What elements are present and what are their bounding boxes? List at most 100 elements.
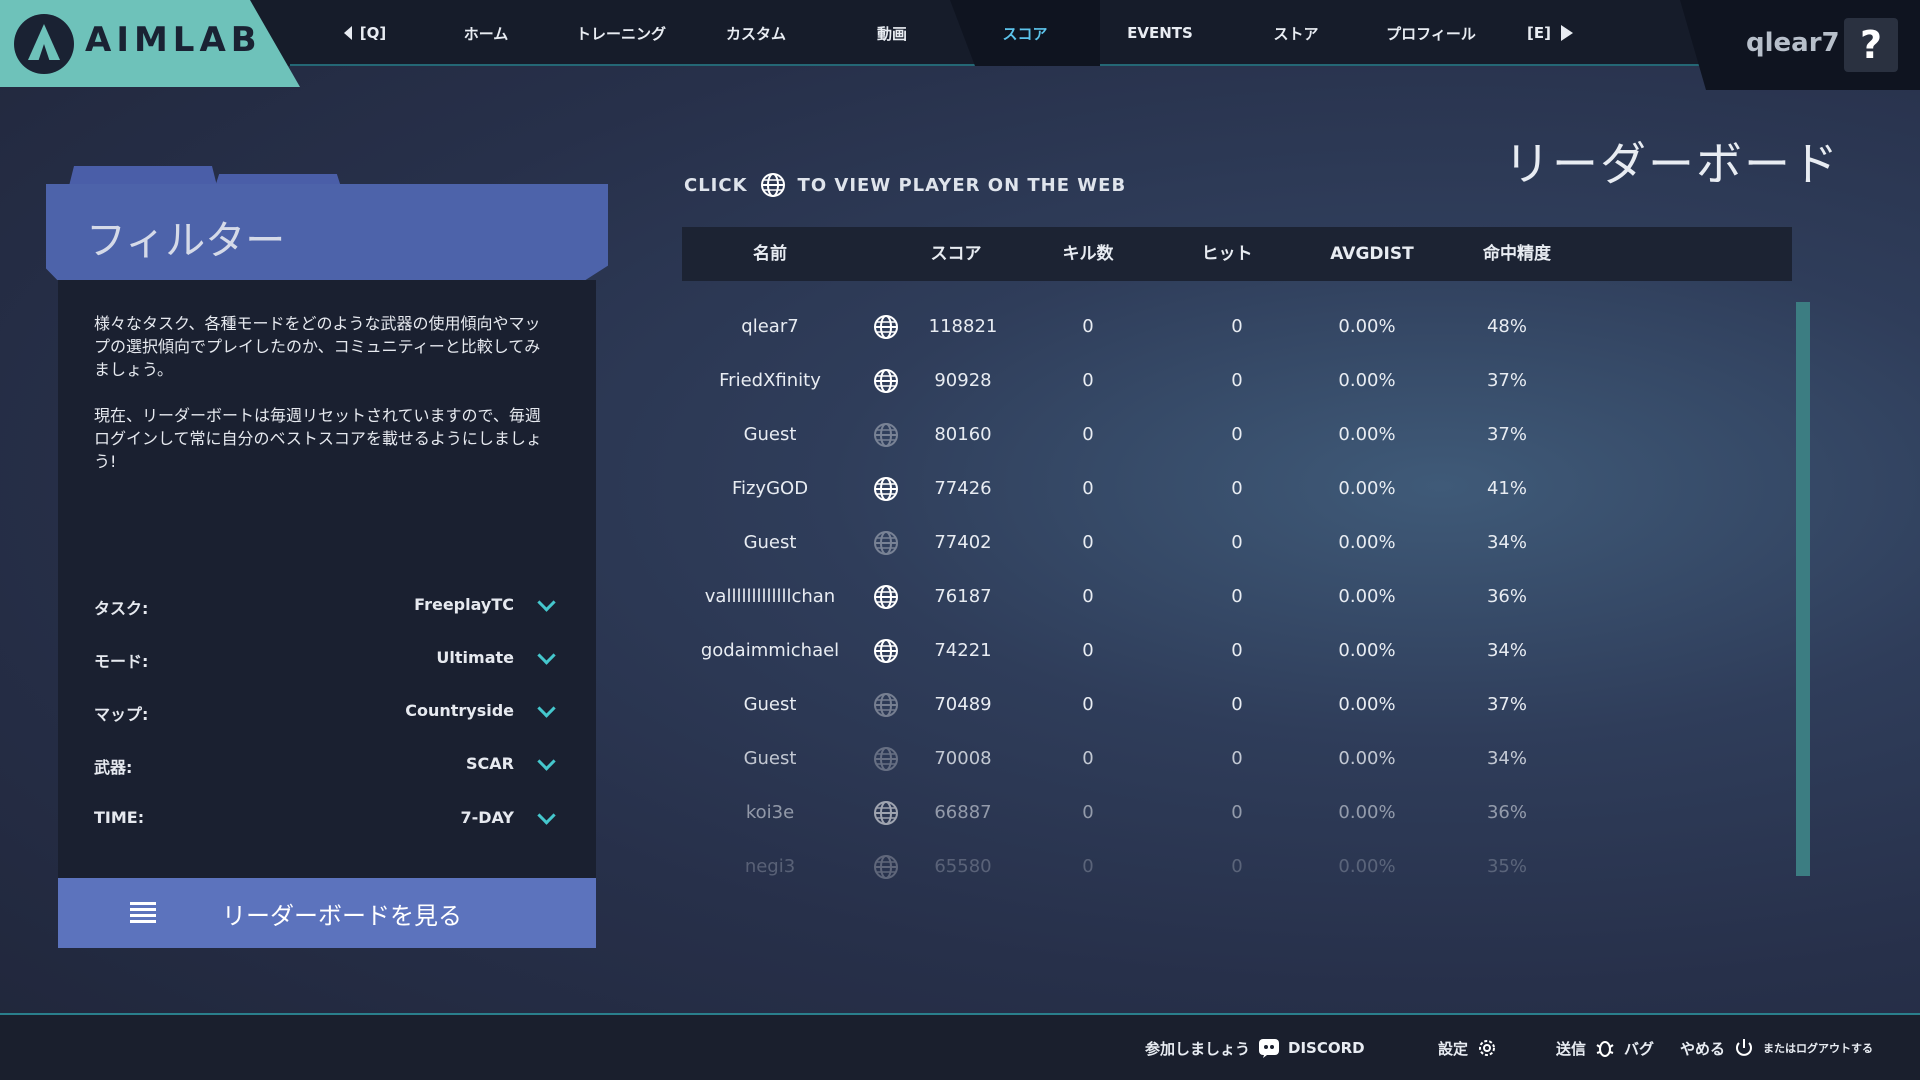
globe-icon[interactable] (858, 408, 914, 462)
bug-icon (1596, 1041, 1614, 1057)
player-avgdist: 0.00% (1338, 370, 1396, 391)
leaderboard-title: リーダーボード (1504, 137, 1840, 191)
discord-link[interactable]: 参加しましょう DISCORD (1145, 1037, 1365, 1059)
send-label: 送信 (1556, 1039, 1587, 1058)
globe-icon[interactable] (858, 300, 914, 354)
leaderboard-scrollbar[interactable] (1796, 302, 1810, 876)
nav-item-score[interactable]: スコア (950, 0, 1100, 66)
player-hits: 0 (1231, 640, 1243, 661)
player-name: Guest (743, 748, 797, 769)
globe-icon[interactable] (858, 678, 914, 732)
table-row: Guest 70008 0 0 0.00% 34% (682, 732, 1792, 786)
settings-button[interactable]: 設定 (1438, 1037, 1506, 1059)
player-name: Guest (743, 424, 797, 445)
globe-icon[interactable] (858, 570, 914, 624)
nav-item-videos[interactable]: 動画 (842, 0, 942, 66)
player-kills: 0 (1082, 856, 1094, 877)
player-score: 77402 (934, 532, 992, 553)
hint-after: TO VIEW PLAYER ON THE WEB (797, 174, 1127, 196)
player-accuracy: 34% (1486, 640, 1527, 661)
player-avgdist: 0.00% (1338, 424, 1396, 445)
player-accuracy: 34% (1486, 532, 1527, 553)
nav-item-events[interactable]: EVENTS (1110, 0, 1210, 66)
player-score: 118821 (928, 316, 998, 337)
table-row: FriedXfinity 90928 0 0 0.00% 37% (682, 354, 1792, 408)
play-arrow-icon (1560, 25, 1573, 41)
filter-title: フィルター (86, 218, 286, 264)
player-hits: 0 (1231, 424, 1243, 445)
globe-icon[interactable] (858, 516, 914, 570)
player-score: 70008 (934, 748, 992, 769)
task-label: タスク: (94, 599, 149, 618)
help-button[interactable]: ? (1844, 18, 1898, 72)
player-kills: 0 (1082, 586, 1094, 607)
quit-label: やめる (1680, 1039, 1726, 1058)
player-accuracy: 37% (1486, 694, 1527, 715)
time-select[interactable]: 7-DAY (461, 808, 515, 827)
username[interactable]: qlear7 (1746, 28, 1840, 58)
player-score: 74221 (934, 640, 992, 661)
globe-icon[interactable] (858, 786, 914, 840)
player-avgdist: 0.00% (1338, 802, 1396, 823)
player-kills: 0 (1082, 316, 1094, 337)
map-label: マップ: (94, 705, 149, 724)
map-select[interactable]: Countryside (405, 701, 514, 720)
player-avgdist: 0.00% (1338, 316, 1396, 337)
player-kills: 0 (1082, 532, 1094, 553)
task-select[interactable]: FreeplayTC (414, 595, 514, 614)
nav-item-store[interactable]: ストア (1246, 0, 1346, 66)
mode-label: モード: (94, 652, 149, 671)
player-kills: 0 (1082, 424, 1094, 445)
player-score: 80160 (934, 424, 992, 445)
player-score: 77426 (934, 478, 992, 499)
col-kills: キル数 (1062, 244, 1114, 264)
globe-icon[interactable] (858, 624, 914, 678)
player-name: FriedXfinity (719, 370, 821, 391)
player-hits: 0 (1231, 586, 1243, 607)
bug-report-button[interactable]: 送信 バグ (1556, 1037, 1654, 1059)
nav-item-training[interactable]: トレーニング (566, 0, 676, 66)
player-accuracy: 37% (1486, 424, 1527, 445)
player-hits: 0 (1231, 748, 1243, 769)
globe-icon[interactable] (858, 732, 914, 786)
nav-item-custom[interactable]: カスタム (706, 0, 806, 66)
nav-prev-button[interactable]: [Q] (320, 0, 410, 66)
player-accuracy: 48% (1486, 316, 1527, 337)
nav-next-button[interactable]: [E] (1510, 0, 1590, 66)
quit-button[interactable]: やめる またはログアウトする (1680, 1037, 1873, 1059)
table-row: Guest 80160 0 0 0.00% 37% (682, 408, 1792, 462)
globe-icon[interactable] (858, 354, 914, 408)
player-avgdist: 0.00% (1338, 748, 1396, 769)
nav-prev-label: [Q] (359, 24, 387, 42)
player-hits: 0 (1231, 802, 1243, 823)
table-row: negi3 65580 0 0 0.00% 35% (682, 840, 1792, 894)
table-row: godaimmichael 74221 0 0 0.00% 34% (682, 624, 1792, 678)
globe-icon[interactable] (858, 462, 914, 516)
col-accuracy: 命中精度 (1483, 244, 1551, 264)
player-kills: 0 (1082, 694, 1094, 715)
discord-label: DISCORD (1288, 1039, 1365, 1057)
player-hits: 0 (1231, 316, 1243, 337)
weapon-select[interactable]: SCAR (466, 754, 514, 773)
player-kills: 0 (1082, 802, 1094, 823)
filter-description: 様々なタスク、各種モードをどのような武器の使用傾向やマップの選択傾向でプレイした… (94, 312, 554, 473)
hint-before: CLICK (684, 174, 748, 196)
brand-name: AIMLAB (85, 20, 262, 60)
player-name: qlear7 (741, 316, 799, 337)
table-row: Guest 77402 0 0 0.00% 34% (682, 516, 1792, 570)
table-row: koi3e 66887 0 0 0.00% 36% (682, 786, 1792, 840)
nav-item-profile[interactable]: プロフィール (1376, 0, 1486, 66)
player-name: negi3 (744, 856, 796, 877)
player-accuracy: 41% (1486, 478, 1527, 499)
mode-select[interactable]: Ultimate (436, 648, 514, 667)
chevron-left-icon (343, 26, 352, 40)
player-accuracy: 36% (1486, 586, 1527, 607)
filter-description-2: 現在、リーダーボートは毎週リセットされていますので、毎週ログインして常に自分のベ… (94, 406, 542, 471)
table-row: qlear7 118821 0 0 0.00% 48% (682, 300, 1792, 354)
globe-icon[interactable] (858, 840, 914, 894)
player-accuracy: 36% (1486, 802, 1527, 823)
player-score: 66887 (934, 802, 992, 823)
player-kills: 0 (1082, 478, 1094, 499)
nav-item-home[interactable]: ホーム (436, 0, 536, 66)
web-hint: CLICK TO VIEW PLAYER ON THE WEB (684, 172, 1126, 198)
